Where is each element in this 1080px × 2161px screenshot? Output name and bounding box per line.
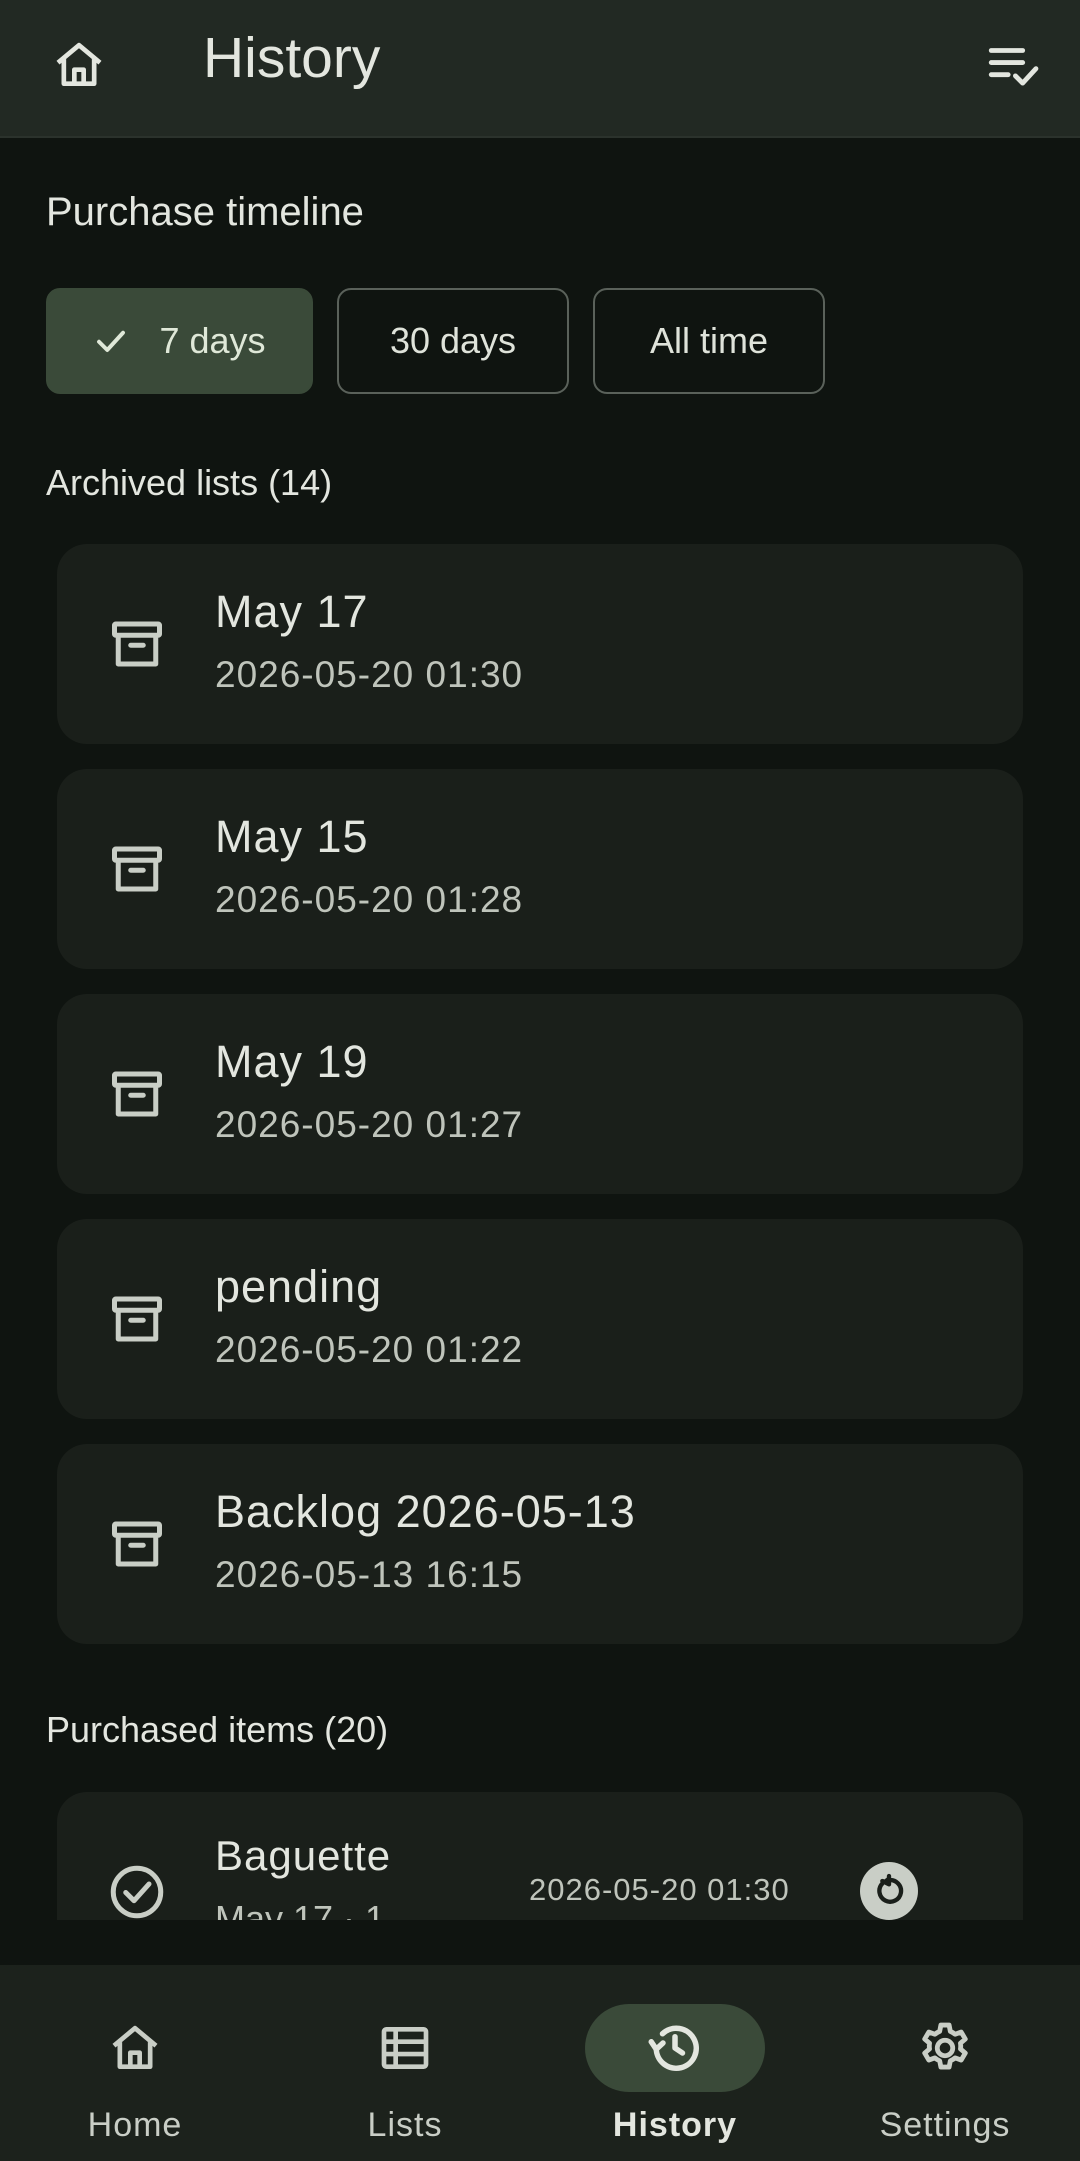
- nav-label: Settings: [879, 2106, 1011, 2144]
- nav-label: History: [612, 2106, 738, 2144]
- purchased-item-card[interactable]: Baguette May 17 · 1 2026-05-20 01:30: [57, 1792, 1023, 1920]
- archived-list-date: 2026-05-20 01:22: [215, 1329, 524, 1370]
- archived-list-date: 2026-05-20 01:30: [215, 654, 524, 695]
- gear-icon: [922, 2022, 968, 2070]
- playlist-check-icon: [988, 48, 1039, 86]
- purchased-items-list[interactable]: Baguette May 17 · 1 2026-05-20 01:30: [0, 1780, 1080, 1920]
- filter-chip-label: 7 days: [159, 320, 266, 361]
- purchased-item-name: Baguette: [215, 1832, 392, 1879]
- archived-list-name: May 19: [215, 1036, 369, 1087]
- archive-icon: [105, 1512, 169, 1576]
- filter-chip-all-time[interactable]: All time: [593, 288, 825, 394]
- filter-chip-label: 30 days: [389, 320, 517, 361]
- archived-lists-title: Archived lists (14): [46, 462, 333, 503]
- archived-list-name: May 15: [215, 811, 369, 862]
- archived-list-name: pending: [215, 1261, 383, 1312]
- purchased-items-title: Purchased items (20): [46, 1709, 389, 1750]
- archived-list-card[interactable]: May 17 2026-05-20 01:30: [57, 544, 1023, 744]
- timeline-title: Purchase timeline: [46, 190, 364, 234]
- nav-indicator: [315, 2004, 495, 2092]
- page-title: History: [203, 26, 381, 90]
- home-icon: [112, 2025, 158, 2069]
- list-icon: [381, 2027, 429, 2069]
- archived-list-date: 2026-05-20 01:28: [215, 879, 524, 920]
- archived-list-date: 2026-05-20 01:27: [215, 1104, 524, 1145]
- purchased-item-time: 2026-05-20 01:30: [529, 1872, 790, 1907]
- restore-item-button[interactable]: [860, 1862, 918, 1920]
- nav-item-home[interactable]: Home: [0, 1965, 270, 2161]
- nav-indicator: [855, 2004, 1035, 2092]
- nav-item-settings[interactable]: Settings: [810, 1965, 1080, 2161]
- filter-chip-7-days[interactable]: 7 days: [46, 288, 313, 394]
- top-app-bar: History: [0, 0, 1080, 138]
- archive-icon: [105, 1287, 169, 1351]
- archived-list-name: Backlog 2026-05-13: [215, 1486, 636, 1537]
- history-icon: [648, 2025, 699, 2071]
- filter-chip-30-days[interactable]: 30 days: [337, 288, 569, 394]
- filter-chip-label: All time: [649, 320, 769, 361]
- archive-icon: [105, 1062, 169, 1126]
- archived-list-card[interactable]: Backlog 2026-05-13 2026-05-13 16:15: [57, 1444, 1023, 1644]
- bottom-navigation: Home Lists History Settings: [0, 1965, 1080, 2161]
- mark-done-button[interactable]: [972, 24, 1054, 106]
- archived-list-card[interactable]: May 19 2026-05-20 01:27: [57, 994, 1023, 1194]
- nav-label: Home: [87, 2106, 183, 2144]
- archived-list-card[interactable]: May 15 2026-05-20 01:28: [57, 769, 1023, 969]
- check-circle-icon: [105, 1860, 169, 1920]
- check-icon: [93, 323, 129, 359]
- archive-icon: [105, 612, 169, 676]
- archived-list-name: May 17: [215, 586, 369, 637]
- restore-icon: [877, 1873, 904, 1904]
- archive-icon: [105, 837, 169, 901]
- archived-list-date: 2026-05-13 16:15: [215, 1554, 524, 1595]
- nav-indicator: [45, 2004, 225, 2092]
- archived-list-card[interactable]: pending 2026-05-20 01:22: [57, 1219, 1023, 1419]
- nav-indicator: [585, 2004, 765, 2092]
- nav-item-lists[interactable]: Lists: [270, 1965, 540, 2161]
- nav-label: Lists: [367, 2106, 443, 2144]
- home-button[interactable]: [38, 24, 120, 106]
- purchased-item-meta: May 17 · 1: [215, 1898, 386, 1920]
- home-icon: [56, 42, 102, 86]
- nav-item-history[interactable]: History: [540, 1965, 810, 2161]
